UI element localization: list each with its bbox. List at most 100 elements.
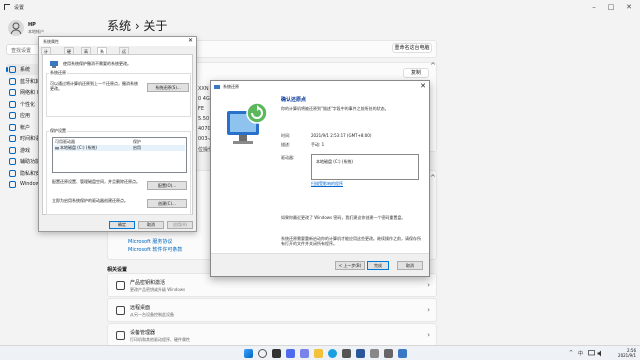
chevron-right-icon: › [427,331,430,339]
drive-icon [55,147,59,150]
volume-icon[interactable] [597,350,604,357]
file-explorer-icon[interactable] [314,349,323,358]
drives-box: 本地磁盘 (C:) (系统) [311,154,419,180]
brush-icon [9,100,16,108]
wizard-close-button[interactable]: ✕ [420,82,426,90]
protection-heading: 保护设置 [49,128,67,134]
user-icon [10,22,22,35]
description-label: 描述: [281,142,291,147]
clock-icon [9,135,16,142]
network-icon[interactable] [588,350,595,357]
sysprop-close-button[interactable]: ✕ [188,37,193,44]
wizard-subtitle: 你的计算机将被还原到"描述"字段中的事件之前所处的状态。 [281,106,389,111]
sysprop-title: 系统属性 [43,39,59,44]
close-button[interactable]: ✕ [621,2,637,12]
wizard-footer: < 上一步(B) 完成 取消 [211,253,429,276]
update-icon [9,181,16,188]
description-value: 手动: 1 [311,142,325,147]
chevron-up-icon[interactable]: ^ [430,62,436,70]
scan-affected-programs-link[interactable]: 扫描受影响的程序 [311,181,343,187]
user-name: HP [28,22,36,28]
drives-label: 驱动器: [281,155,295,160]
drives-value: 本地磁盘 (C:) (系统) [316,159,353,164]
license-terms-link[interactable]: Microsoft 软件许可条款 [128,246,182,253]
service-agreement-link[interactable]: Microsoft 服务协议 [128,238,172,245]
create-text: 立即为启用系统保护的驱动器创建还原点。 [52,198,128,203]
store-icon[interactable] [342,349,351,358]
cancel-button[interactable]: 取消 [138,221,164,229]
bluetooth-icon [9,77,16,85]
restore-heading: 系统还原 [49,70,67,76]
drive-row[interactable]: 本地磁盘 (C:) (系统) 启用 [54,145,185,151]
maximize-button[interactable]: □ [603,2,619,12]
sysprop-body: 使用系统保护撤消不需要的系统更改。 系统还原 可以通过将计算机还原到上一个还原点… [42,54,193,215]
system-restore-icon [214,85,220,89]
remote-icon [116,306,125,315]
settings-icon[interactable] [384,349,393,358]
chevron-right-icon: › [427,306,430,314]
wizard-cancel-button[interactable]: 取消 [397,261,423,270]
time-label: 时间: [281,133,291,138]
search-placeholder: 查找设置 [11,48,32,54]
drive-list[interactable]: 可用驱动器 保护 本地磁盘 (C:) (系统) 启用 [52,137,187,173]
gamepad-icon [9,146,16,154]
app-icon[interactable] [370,349,379,358]
widgets-icon[interactable] [286,349,295,358]
back-button[interactable]: < 上一步(B) [335,261,365,270]
related-setting-subtitle: 从另一台设备控制此设备 [130,312,174,317]
ok-button[interactable]: 确定 [109,221,135,229]
edge-icon[interactable] [328,349,337,358]
related-setting-title: 远程桌面 [130,305,151,311]
device-manager-icon [116,331,125,340]
system-restore-button[interactable]: 系统还原(S)... [147,83,189,92]
device-spec-value: XXN [198,86,209,92]
minimize-button[interactable]: – [586,2,602,12]
related-setting-row[interactable]: 设备管理器 打印机和其他驱动程序、硬件属性 › [107,323,437,347]
taskbar: ^ 中 2:56 2021/9/1 [0,345,640,360]
shield-icon [9,169,16,177]
account-icon [9,123,16,131]
back-arrow-icon[interactable] [4,4,10,10]
finish-button[interactable]: 完成 [367,261,389,270]
sysprop-intro: 使用系统保护撤消不需要的系统更改。 [63,61,131,66]
sidebar-item-label: 辅助功能 [20,159,41,165]
device-spec-value: FE [198,106,205,112]
copy-button[interactable]: 复制 [403,68,429,78]
breadcrumb: 系统 › 关于 [107,19,168,33]
restore-group [46,73,191,117]
system-restore-wizard: 系统还原 ✕ 确认还原点 你的计算机将被还原到"描述"字段中的事件之前所处的状态… [210,80,430,277]
system-restore-app-icon[interactable] [398,349,407,358]
chat-icon[interactable] [300,349,309,358]
related-setting-row[interactable]: 远程桌面 从另一台设备控制此设备 › [107,298,437,322]
related-setting-subtitle: 更改产品密钥或升级 Windows [130,287,186,292]
avatar[interactable] [8,20,24,36]
sidebar-item-label: 个性化 [20,101,36,108]
start-icon[interactable] [244,349,253,358]
create-button[interactable]: 创建(C)... [147,199,187,208]
sidebar-item-label: 帐户 [20,124,31,131]
monitor-icon [9,66,16,73]
wizard-heading: 确认还原点 [281,97,307,103]
drive-protection-state: 启用 [133,145,141,150]
time-value: 2021/9/1 2:53:17 (GMT+8:00) [311,133,372,138]
apply-button[interactable]: 应用(A) [167,221,193,229]
related-setting-title: 产品密钥和激活 [130,280,166,286]
app-icon[interactable] [356,349,365,358]
system-properties-dialog: 系统属性 ✕ 计算机名硬件高级系统保护远程 使用系统保护撤消不需要的系统更改。 … [38,36,197,232]
related-setting-title: 设备管理器 [130,330,156,336]
chevron-up-icon[interactable]: ^ [430,174,436,182]
related-setting-subtitle: 打印机和其他驱动程序、硬件属性 [130,337,190,342]
clock[interactable]: 2:56 2021/9/1 [618,348,636,358]
rename-pc-button[interactable]: 重命名这台电脑 [392,43,432,53]
task-view-icon[interactable] [272,349,281,358]
settings-titlebar: 设置 – □ ✕ [0,0,640,14]
search-icon[interactable] [258,349,267,358]
drive-name: 本地磁盘 (C:) (系统) [60,145,97,150]
tray-overflow-icon[interactable]: ^ [569,350,573,356]
user-account-type: 本地帐户 [28,29,44,34]
configure-button[interactable]: 配置(O)... [147,181,187,190]
device-spec-value: 4070 [198,126,211,132]
restore-text: 可以通过将计算机还原到上一个还原点，撤消系统更改。 [50,81,138,91]
device-spec-value: 0 4G [198,96,210,102]
input-language[interactable]: 中 [578,350,583,357]
